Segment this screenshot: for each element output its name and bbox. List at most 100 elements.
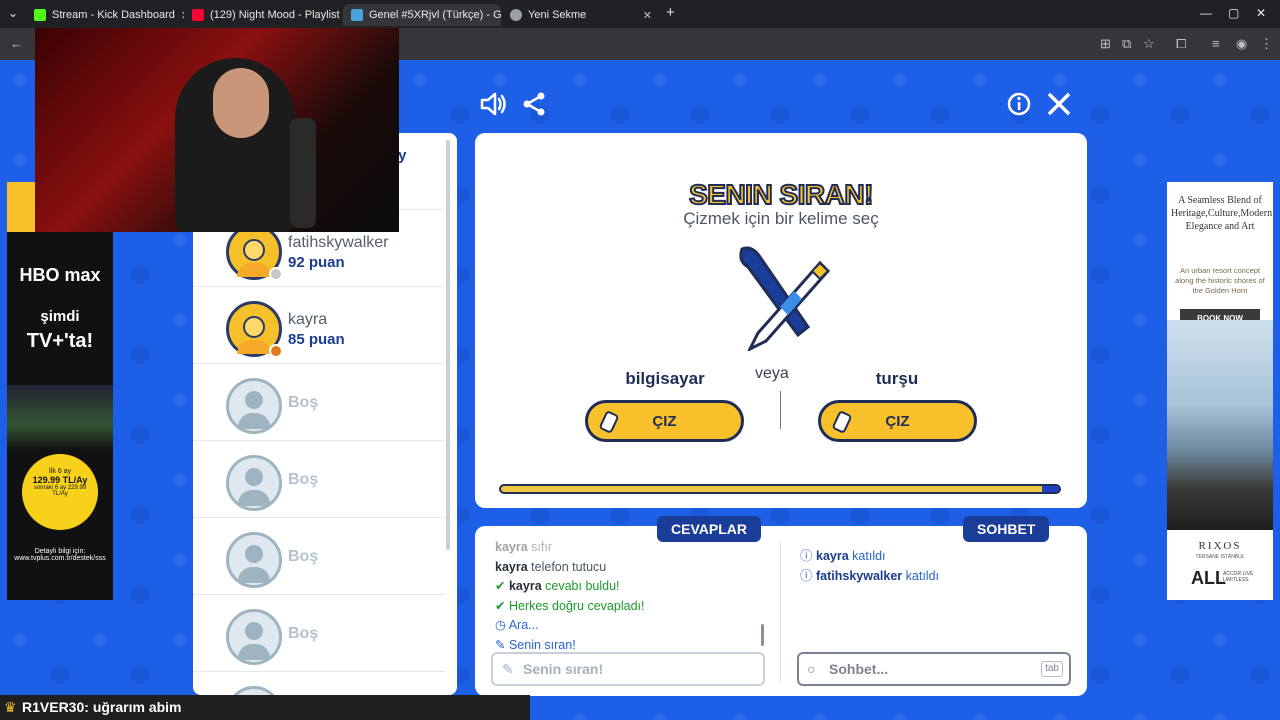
tab-new[interactable]: Yeni Sekme ✕ xyxy=(502,4,660,26)
info-icon: ⓘ xyxy=(800,569,813,583)
divider xyxy=(780,542,781,682)
tab-gartic[interactable]: Genel #5XRjvl (Türkçe) - Ga ✕ xyxy=(343,4,501,26)
word-option-2: turşu xyxy=(875,369,919,388)
chat-text: : uğrarım abim xyxy=(84,699,182,715)
translate-icon[interactable]: ⊞ xyxy=(1100,36,1111,52)
players-scrollbar[interactable] xyxy=(446,140,450,550)
answer-placeholder: Senin sıran! xyxy=(523,661,604,677)
maximize-icon[interactable]: ▢ xyxy=(1228,6,1239,20)
list-item: ✔ Herkes doğru cevapladı! xyxy=(495,598,645,613)
media-icon[interactable]: ≡ xyxy=(1212,36,1220,51)
ad-subline: An urban resort concept along the histor… xyxy=(1175,266,1265,295)
player-name: kayra xyxy=(288,311,328,328)
answers-chat-panel: CEVAPLAR SOHBET kayra sıfır kayra telefo… xyxy=(475,516,1087,696)
chat-bubble-icon: ○ xyxy=(807,661,816,677)
webcam-overlay xyxy=(35,28,399,232)
cast-icon[interactable]: ⧉ xyxy=(1122,36,1131,52)
sound-icon[interactable] xyxy=(480,92,506,122)
list-item: ✔ kayra cevabı buldu! xyxy=(495,579,620,593)
player-name: fatihskywalker xyxy=(288,234,389,251)
crown-icon: ♛ xyxy=(4,699,17,715)
tab-title: (129) Night Mood - Playlist xyxy=(210,9,340,21)
draw-label: ÇIZ xyxy=(885,412,910,430)
avatar xyxy=(226,301,283,358)
timer-progress-bar xyxy=(499,484,1061,494)
gartic-icon xyxy=(351,9,363,21)
list-item: ⓘ kayra katıldı xyxy=(800,549,886,563)
tab-title: Yeni Sekme xyxy=(528,9,587,21)
stream-chat-ticker: ♛ R1VER30: uğrarım abim xyxy=(0,695,530,720)
streamer-face xyxy=(213,68,269,138)
kick-icon xyxy=(34,9,46,21)
info-icon[interactable] xyxy=(1007,92,1031,122)
word-option-1: bilgisayar xyxy=(625,369,705,388)
timer-progress-fill xyxy=(1042,486,1059,492)
avatar xyxy=(226,224,283,281)
player-row[interactable]: kayra 85 puan xyxy=(193,287,445,364)
player-score: 92 puan xyxy=(288,254,345,271)
draw-button-1[interactable]: ÇIZ xyxy=(585,400,744,442)
tab-answers[interactable]: CEVAPLAR xyxy=(657,516,761,542)
empty-label: Boş xyxy=(288,548,319,565)
tab-chat[interactable]: SOHBET xyxy=(963,516,1050,542)
pencil-icon xyxy=(598,409,620,435)
ad-price-badge: İlk 6 ay 129.99 TL/Ay sonraki 6 ay 229.9… xyxy=(22,454,98,530)
chat-user: R1VER30 xyxy=(22,699,85,715)
ad-line: şimdi xyxy=(40,308,80,325)
status-dot xyxy=(269,267,283,281)
empty-slot: Boş xyxy=(193,364,445,441)
empty-avatar-icon xyxy=(226,686,282,695)
pencil-icon xyxy=(831,409,853,435)
share-icon[interactable] xyxy=(522,92,546,122)
ad-brand-sub: TERSANE ISTANBUL xyxy=(1195,554,1245,560)
empty-label: Boş xyxy=(288,471,319,488)
screen: { "browser": { "tabs": [ {"title": "Stre… xyxy=(0,0,1280,720)
tab-title: Genel #5XRjvl (Türkçe) - Ga xyxy=(369,9,501,21)
answers-scrollbar[interactable] xyxy=(761,624,764,646)
extensions-icon[interactable]: ⧠ xyxy=(1176,36,1186,52)
ad-left[interactable]: HBO max şimdi TV+'ta! İlk 6 ay 129.99 TL… xyxy=(7,182,113,600)
ad-footer: Detaylı bilgi için: www.tvplus.com.tr/de… xyxy=(14,548,106,562)
pencil-icon: ✎ xyxy=(502,661,514,677)
close-game-icon[interactable] xyxy=(1047,92,1071,122)
ad-right[interactable]: A Seamless Blend of Heritage,Culture,Mod… xyxy=(1167,182,1273,600)
empty-label: Boş xyxy=(288,625,319,642)
ad-headline: A Seamless Blend of Heritage,Culture,Mod… xyxy=(1171,195,1273,232)
youtube-icon xyxy=(192,9,204,21)
empty-avatar-icon xyxy=(226,455,282,511)
back-icon[interactable]: ← xyxy=(10,36,23,51)
tab-kick[interactable]: Stream - Kick Dashboard ✕ xyxy=(26,4,184,26)
word-choice-panel: SENIN SIRAN! Çizmek için bir kelime seç … xyxy=(475,133,1087,508)
empty-slot: Boş xyxy=(193,441,445,518)
chrome-icon xyxy=(510,9,522,21)
tab-search-icon[interactable]: ⌄ xyxy=(8,6,18,20)
menu-icon[interactable]: ⋮ xyxy=(1260,36,1273,52)
draw-label: ÇIZ xyxy=(652,412,677,430)
profile-icon[interactable]: ◉ xyxy=(1236,36,1247,52)
close-icon[interactable]: ✕ xyxy=(643,9,652,22)
chat-placeholder: Sohbet... xyxy=(829,661,889,677)
new-tab-button[interactable]: + xyxy=(666,4,675,21)
player-score: 85 puan xyxy=(288,331,345,348)
tab-hint: tab xyxy=(1041,661,1063,677)
chat-input[interactable]: ○ Sohbet... tab xyxy=(797,652,1071,686)
answer-input[interactable]: ✎ Senin sıran! xyxy=(491,652,765,686)
bookmark-star-icon[interactable]: ☆ xyxy=(1143,36,1155,52)
microphone xyxy=(290,118,316,228)
window-close-icon[interactable]: ✕ xyxy=(1256,6,1266,20)
divider xyxy=(780,391,781,429)
draw-button-2[interactable]: ÇIZ xyxy=(818,400,977,442)
answers-log: kayra sıfır kayra telefon tutucu ✔ kayra… xyxy=(495,538,644,655)
browser-tab-bar: ⌄ Stream - Kick Dashboard ✕ (129) Night … xyxy=(0,0,1280,28)
tab-youtube[interactable]: (129) Night Mood - Playlist ✕ xyxy=(184,4,342,26)
empty-label: Boş xyxy=(288,394,319,411)
minimize-icon[interactable]: — xyxy=(1200,6,1212,20)
ad-partner-sub: ACCOR LIVE LIMITLESS xyxy=(1223,571,1254,583)
ad-partner: ALL xyxy=(1191,568,1226,588)
status-dot xyxy=(269,344,283,358)
empty-slot: Boş xyxy=(193,518,445,595)
pencil-icon: ✎ xyxy=(495,637,506,652)
empty-avatar-icon xyxy=(226,609,282,665)
empty-slot xyxy=(193,672,445,695)
ad-brand: HBO max xyxy=(19,265,101,285)
